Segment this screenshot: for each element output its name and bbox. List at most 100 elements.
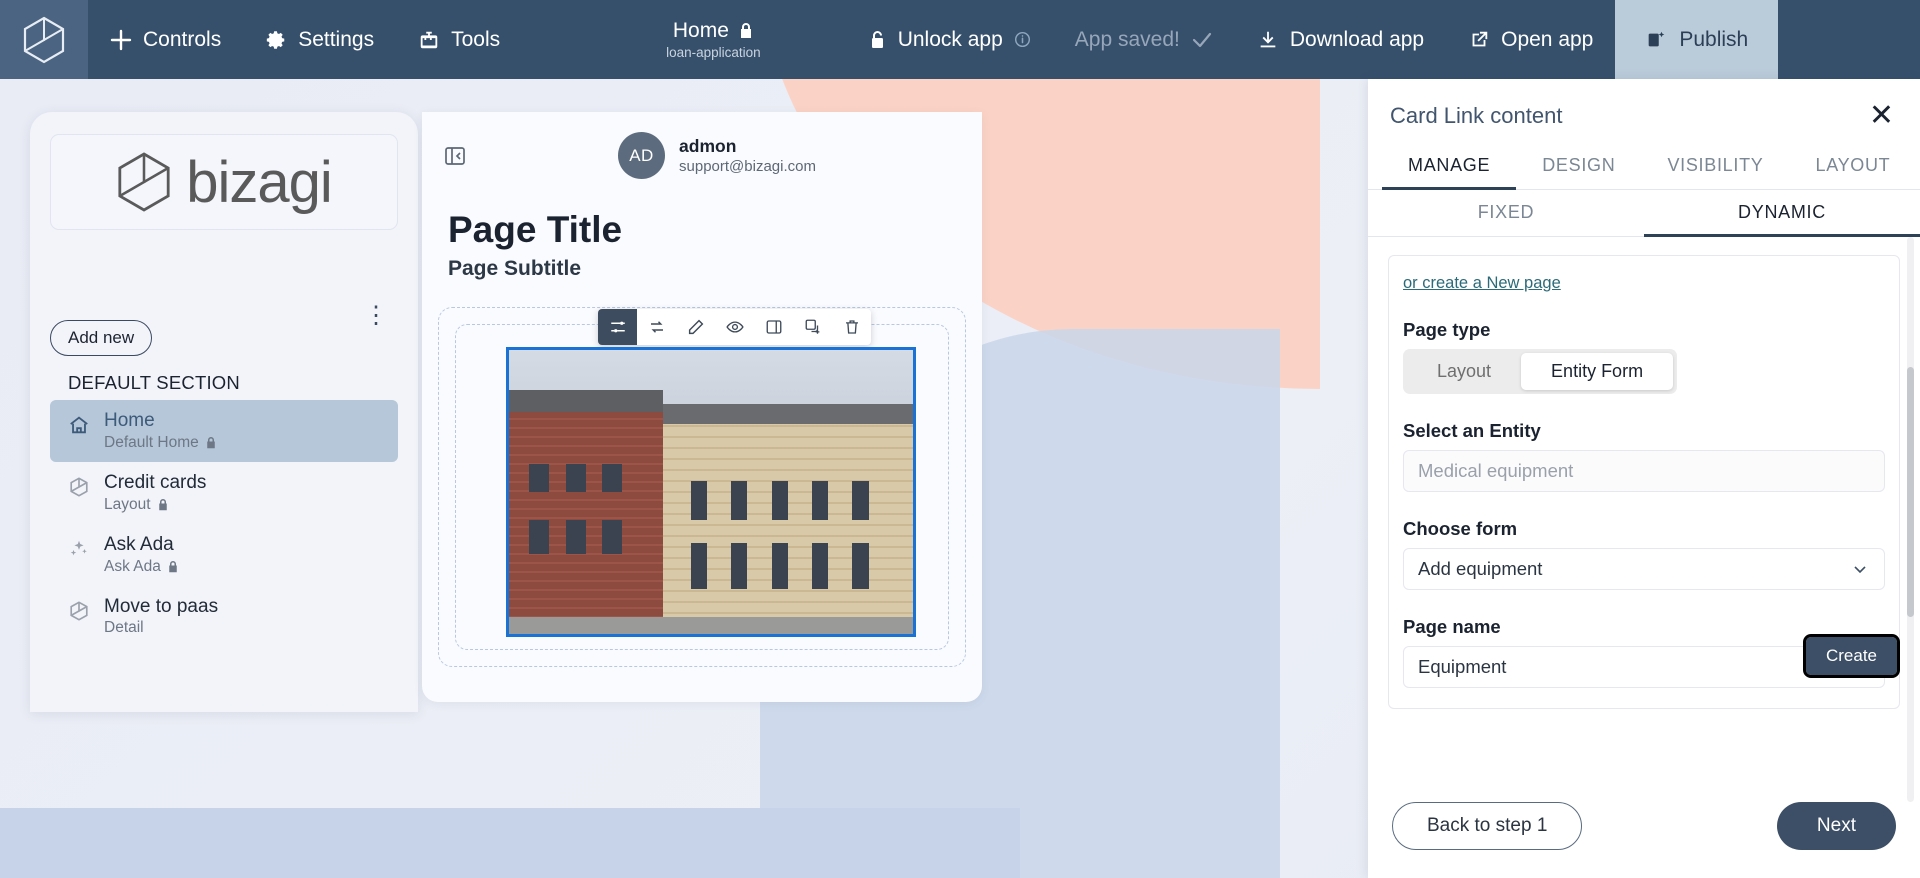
panel-body: or create a New page Page type Layout En… [1368, 237, 1920, 802]
download-icon [1257, 29, 1279, 51]
eye-icon[interactable] [715, 309, 754, 345]
select-entity-input[interactable]: Medical equipment [1403, 450, 1885, 492]
brand-logo-block: bizagi [50, 134, 398, 230]
hexagon-icon [68, 596, 90, 622]
sidebar-item-home-type: Default Home [104, 433, 199, 451]
hexagon-icon [68, 472, 90, 498]
publish-label: Publish [1679, 27, 1749, 51]
toolbox-icon [418, 29, 440, 51]
menu-settings[interactable]: Settings [243, 0, 396, 79]
add-new-button[interactable]: Add new [50, 320, 153, 356]
photo-window [852, 480, 869, 521]
panel-header: Card Link content ✕ [1368, 79, 1920, 149]
tab-visibility[interactable]: VISIBILITY [1641, 149, 1789, 189]
swap-icon[interactable] [637, 309, 676, 345]
card-container [455, 309, 949, 650]
page-type-toggle: Layout Entity Form [1403, 349, 1678, 394]
photo-window [690, 480, 707, 521]
open-app-button[interactable]: Open app [1446, 0, 1615, 79]
sidebar-item-ask-ada-type: Ask Ada [104, 557, 161, 575]
unlock-app-label: Unlock app [897, 27, 1003, 51]
chevron-down-icon [1850, 559, 1870, 579]
avatar[interactable]: AD [618, 132, 666, 179]
duplicate-icon[interactable] [793, 309, 832, 345]
page-title: Page Title [448, 209, 623, 250]
photo-window [731, 543, 748, 589]
scrollbar-thumb[interactable] [1907, 367, 1914, 617]
collapse-panel-icon[interactable] [440, 141, 470, 171]
page-name-label: Page name [1403, 616, 1501, 637]
sidebar-item-home-label: Home [104, 410, 155, 431]
page-subtitle: Page Subtitle [448, 257, 582, 280]
photo-window [601, 463, 623, 492]
preview-header: AD admon support@bizagi.com [422, 112, 982, 179]
dynamic-page-form: or create a New page Page type Layout En… [1388, 255, 1901, 709]
sparkle-icon [68, 534, 90, 560]
tab-layout[interactable]: LAYOUT [1789, 149, 1916, 189]
section-label: DEFAULT SECTION [68, 372, 240, 393]
publish-icon [1645, 29, 1667, 51]
download-app-label: Download app [1289, 27, 1425, 51]
home-icon [68, 410, 90, 436]
photo-window [731, 480, 748, 521]
photo-window [529, 463, 550, 492]
external-link-icon [1468, 29, 1490, 51]
trash-icon[interactable] [832, 309, 871, 345]
next-button[interactable]: Next [1776, 802, 1896, 850]
photo-window [812, 480, 829, 521]
user-info: admon support@bizagi.com [679, 136, 816, 175]
download-app-button[interactable]: Download app [1235, 0, 1446, 79]
photo-window [812, 543, 829, 589]
panel-footer: Back to step 1 Next [1368, 802, 1920, 878]
app-saved-status: App saved! [1053, 0, 1235, 79]
pencil-icon[interactable] [676, 309, 715, 345]
choose-form-select[interactable]: Add equipment [1403, 548, 1885, 590]
plus-icon [110, 29, 132, 51]
tab-design[interactable]: DESIGN [1516, 149, 1641, 189]
check-icon [1191, 30, 1213, 50]
page-type-option-layout[interactable]: Layout [1407, 353, 1521, 390]
close-icon[interactable]: ✕ [1865, 101, 1898, 131]
bizagi-hexagon-logo-icon [116, 151, 172, 213]
photo-window [771, 543, 788, 589]
lock-icon [157, 498, 169, 512]
sidebar-item-move-to-paas-type: Detail [104, 619, 144, 637]
kebab-menu-icon[interactable]: ⋮ [354, 303, 398, 327]
page-name-row: Equipment Create [1403, 634, 1901, 688]
sidebar-item-credit-cards-type: Layout [104, 495, 151, 513]
sidebar-item-move-to-paas[interactable]: Move to paas Detail [50, 586, 398, 648]
sidebar-item-home[interactable]: Home Default Home [50, 400, 398, 462]
element-toolbar [598, 309, 871, 345]
app-logo[interactable] [0, 0, 88, 79]
photo-window [529, 520, 550, 555]
app-saved-label: App saved! [1074, 27, 1180, 51]
sidebar-item-ask-ada-label: Ask Ada [104, 533, 174, 555]
subtab-dynamic[interactable]: DYNAMIC [1644, 190, 1920, 237]
create-button[interactable]: Create [1802, 634, 1901, 678]
sidebar-item-credit-cards[interactable]: Credit cards Layout [50, 462, 398, 524]
card-link-content-panel: Card Link content ✕ MANAGE DESIGN VISIBI… [1368, 79, 1920, 878]
current-page-indicator[interactable]: Home loan-application [640, 0, 787, 79]
current-page-title: Home [672, 19, 729, 42]
panel-scrollbar[interactable] [1907, 237, 1914, 802]
subtab-fixed[interactable]: FIXED [1368, 190, 1644, 236]
menu-controls[interactable]: Controls [88, 0, 243, 79]
photo-plaza [509, 616, 913, 634]
create-new-page-link[interactable]: or create a New page [1403, 274, 1885, 293]
settings-sliders-icon[interactable] [598, 309, 637, 345]
open-lock-icon [869, 30, 887, 50]
info-icon[interactable] [1014, 31, 1031, 48]
page-type-option-entity-form[interactable]: Entity Form [1521, 353, 1674, 390]
image-element[interactable] [506, 347, 916, 637]
publish-button[interactable]: Publish [1615, 0, 1779, 79]
layout-icon[interactable] [754, 309, 793, 345]
back-to-step-1-button[interactable]: Back to step 1 [1392, 802, 1583, 850]
sidebar-item-move-to-paas-label: Move to paas [104, 595, 219, 617]
photo-window [852, 543, 869, 589]
menu-tools[interactable]: Tools [396, 0, 522, 79]
menu-settings-label: Settings [298, 27, 375, 51]
unlock-app-button[interactable]: Unlock app [847, 0, 1053, 79]
tab-manage[interactable]: MANAGE [1382, 149, 1517, 190]
building-photo [509, 350, 913, 634]
sidebar-item-ask-ada[interactable]: Ask Ada Ask Ada [50, 524, 398, 586]
